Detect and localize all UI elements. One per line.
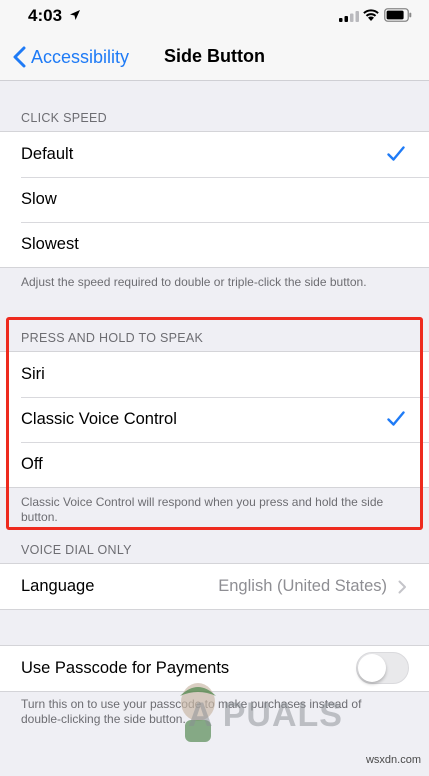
location-arrow-icon [70,10,80,20]
cellular-signal-icon [339,11,359,22]
chevron-right-icon [398,580,406,594]
battery-icon [384,8,412,22]
language-row[interactable]: Language English (United States) [0,564,429,609]
navigation-bar: Accessibility Side Button [0,34,429,81]
voice-dial-group: Language English (United States) [0,563,429,610]
status-bar: 4:03 [0,0,429,34]
click-speed-group: Default Slow Slowest [0,131,429,268]
option-default[interactable]: Default [0,132,429,177]
press-hold-footer: Classic Voice Control will respond when … [21,495,384,524]
option-siri[interactable]: Siri [0,352,429,397]
section-header-click-speed: CLICK SPEED [21,111,107,125]
click-speed-footer: Adjust the speed required to double or t… [21,275,367,289]
option-label: Classic Voice Control [21,410,177,428]
option-slowest[interactable]: Slowest [0,222,429,267]
wifi-icon [363,9,379,21]
status-time: 4:03 [28,6,63,25]
option-slow[interactable]: Slow [0,177,429,222]
option-label: Siri [21,365,45,383]
option-off[interactable]: Off [0,442,429,487]
option-classic-voice-control[interactable]: Classic Voice Control [0,397,429,442]
language-label: Language [21,577,95,595]
section-header-press-hold: PRESS AND HOLD TO SPEAK [21,331,204,345]
page-title: Side Button [0,46,429,67]
page-title-text: Side Button [164,46,265,66]
press-hold-group: Siri Classic Voice Control Off [0,351,429,488]
credit-text: wsxdn.com [365,754,421,766]
option-label: Off [21,455,43,473]
language-value: English (United States) [218,577,387,595]
checkmark-icon [387,411,405,426]
option-label: Slowest [21,235,79,253]
option-label: Slow [21,190,57,208]
watermark-text: A PUALS [188,696,343,734]
section-header-voice-dial: VOICE DIAL ONLY [21,543,132,557]
toggle-knob [358,654,386,682]
checkmark-icon [387,146,405,161]
payments-toggle[interactable] [356,652,409,684]
option-label: Default [21,145,74,163]
